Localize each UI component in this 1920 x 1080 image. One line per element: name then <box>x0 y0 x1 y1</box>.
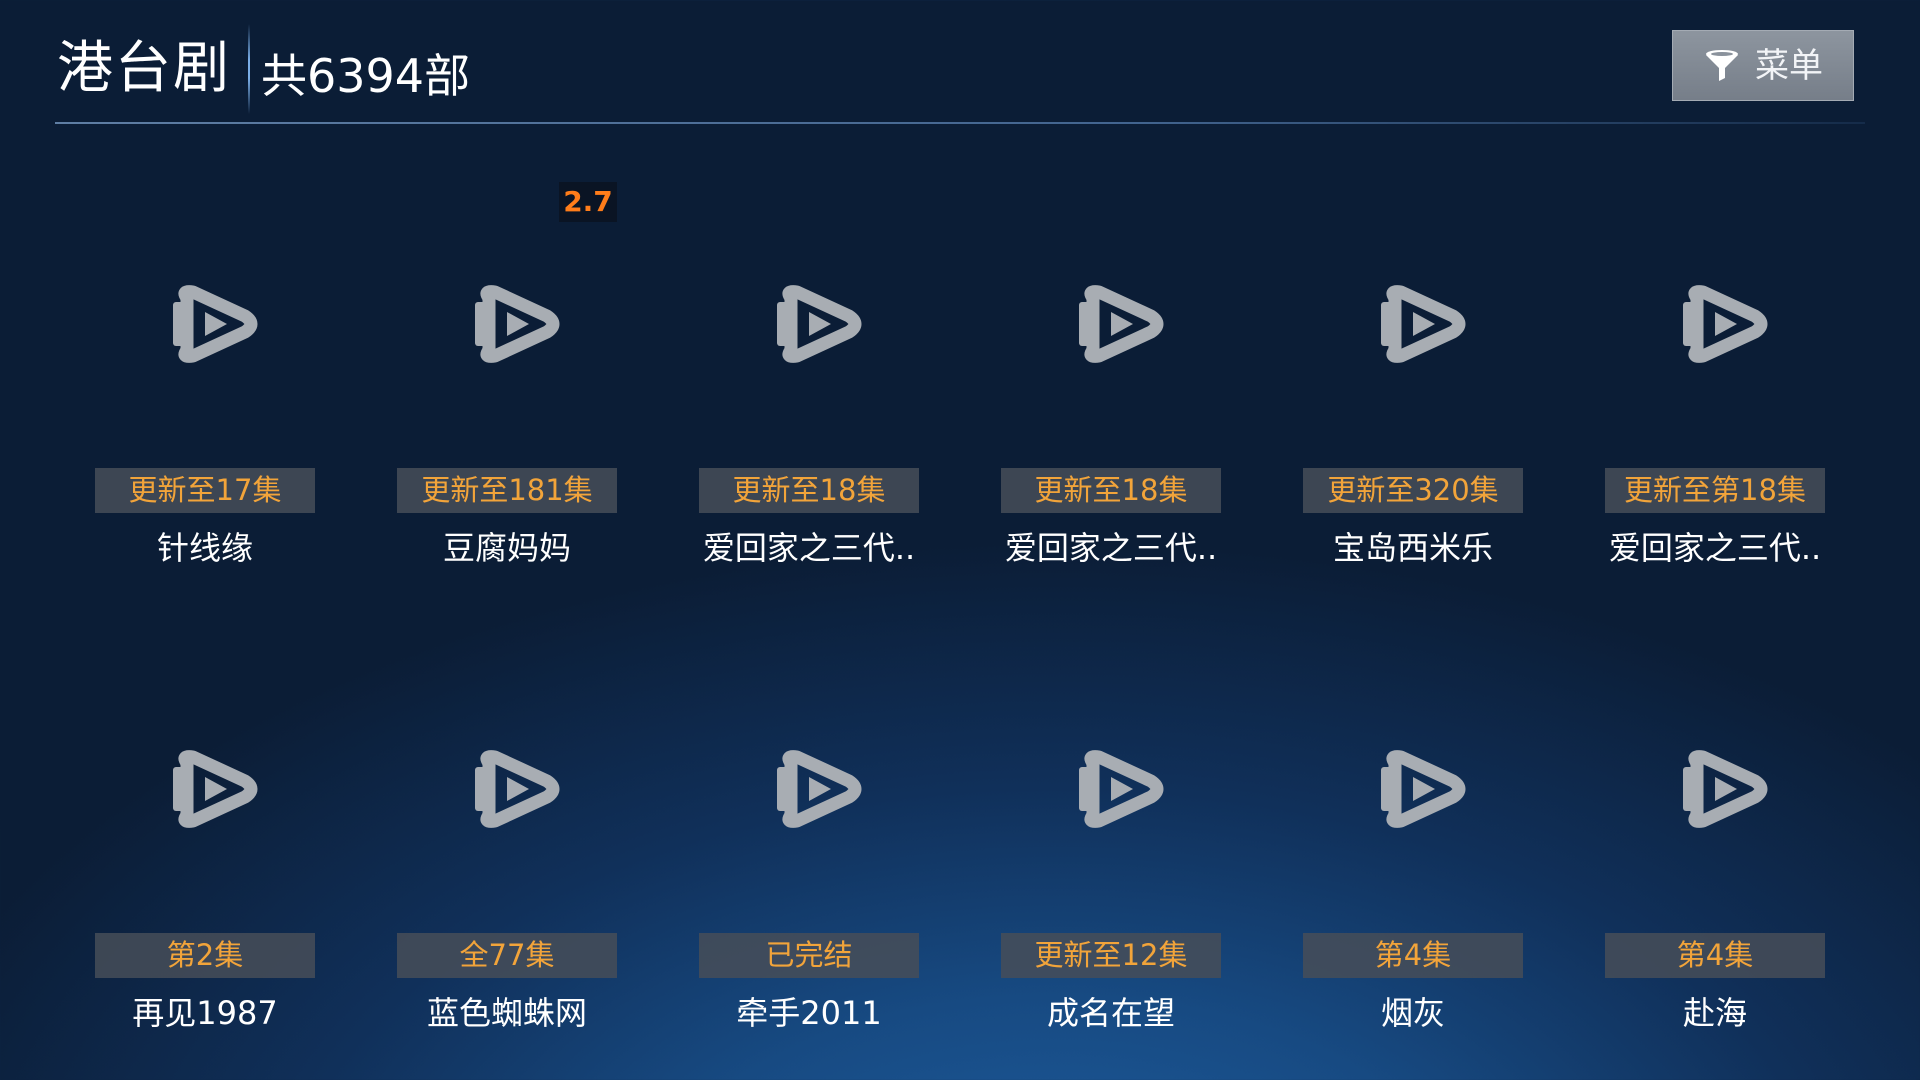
video-poster[interactable] <box>699 642 919 932</box>
play-icon <box>167 284 263 364</box>
video-title: 蓝色蜘蛛网 <box>426 994 587 1032</box>
video-grid: 更新至17集 针线缘 2.7 更新至181集 豆腐妈妈 更新至18集 爱回家之三… <box>0 0 1920 1080</box>
video-poster[interactable] <box>1303 177 1523 467</box>
video-poster[interactable] <box>699 177 919 467</box>
video-poster[interactable] <box>95 177 315 467</box>
episode-status-badge: 第2集 <box>95 933 315 978</box>
video-card-6[interactable]: 更新至第18集 爱回家之三代.. <box>1605 177 1825 617</box>
video-poster[interactable]: 2.7 <box>397 177 617 467</box>
episode-status-badge: 更新至320集 <box>1303 468 1523 513</box>
episode-status-badge: 更新至18集 <box>1001 468 1221 513</box>
video-card-4[interactable]: 更新至18集 爱回家之三代.. <box>1001 177 1221 617</box>
video-title: 牵手2011 <box>736 994 882 1032</box>
episode-status-badge: 第4集 <box>1605 933 1825 978</box>
video-title: 宝岛西米乐 <box>1332 529 1493 567</box>
video-card-1[interactable]: 更新至17集 针线缘 <box>95 177 315 617</box>
play-icon <box>1073 284 1169 364</box>
video-card-7[interactable]: 第2集 再见1987 <box>95 642 315 1080</box>
episode-status-badge: 更新至181集 <box>397 468 617 513</box>
play-icon <box>771 749 867 829</box>
rating-badge: 2.7 <box>559 182 617 222</box>
play-icon <box>1677 284 1773 364</box>
play-icon <box>1375 749 1471 829</box>
episode-status-badge: 更新至第18集 <box>1605 468 1825 513</box>
play-icon <box>1677 749 1773 829</box>
video-title: 爱回家之三代.. <box>702 529 916 567</box>
video-title: 赴海 <box>1682 994 1747 1032</box>
episode-status-badge: 第4集 <box>1303 933 1523 978</box>
video-card-10[interactable]: 更新至12集 成名在望 <box>1001 642 1221 1080</box>
video-title: 豆腐妈妈 <box>442 529 571 567</box>
play-icon <box>469 284 565 364</box>
play-icon <box>1375 284 1471 364</box>
video-card-5[interactable]: 更新至320集 宝岛西米乐 <box>1303 177 1523 617</box>
video-poster[interactable] <box>1303 642 1523 932</box>
video-poster[interactable] <box>1001 642 1221 932</box>
episode-status-badge: 更新至12集 <box>1001 933 1221 978</box>
episode-status-badge: 更新至18集 <box>699 468 919 513</box>
play-icon <box>469 749 565 829</box>
video-title: 再见1987 <box>132 994 278 1032</box>
video-poster[interactable] <box>397 642 617 932</box>
video-title: 烟灰 <box>1380 994 1445 1032</box>
video-poster[interactable] <box>95 642 315 932</box>
video-card-12[interactable]: 第4集 赴海 <box>1605 642 1825 1080</box>
video-card-2[interactable]: 2.7 更新至181集 豆腐妈妈 <box>397 177 617 617</box>
play-icon <box>167 749 263 829</box>
play-icon <box>771 284 867 364</box>
video-title: 爱回家之三代.. <box>1004 529 1218 567</box>
video-card-3[interactable]: 更新至18集 爱回家之三代.. <box>699 177 919 617</box>
play-icon <box>1073 749 1169 829</box>
video-title: 针线缘 <box>156 529 253 567</box>
video-poster[interactable] <box>1605 177 1825 467</box>
episode-status-badge: 已完结 <box>699 933 919 978</box>
video-card-11[interactable]: 第4集 烟灰 <box>1303 642 1523 1080</box>
episode-status-badge: 全77集 <box>397 933 617 978</box>
video-poster[interactable] <box>1001 177 1221 467</box>
video-card-9[interactable]: 已完结 牵手2011 <box>699 642 919 1080</box>
video-title: 成名在望 <box>1046 994 1175 1032</box>
episode-status-badge: 更新至17集 <box>95 468 315 513</box>
video-title: 爱回家之三代.. <box>1608 529 1822 567</box>
video-poster[interactable] <box>1605 642 1825 932</box>
video-card-8[interactable]: 全77集 蓝色蜘蛛网 <box>397 642 617 1080</box>
